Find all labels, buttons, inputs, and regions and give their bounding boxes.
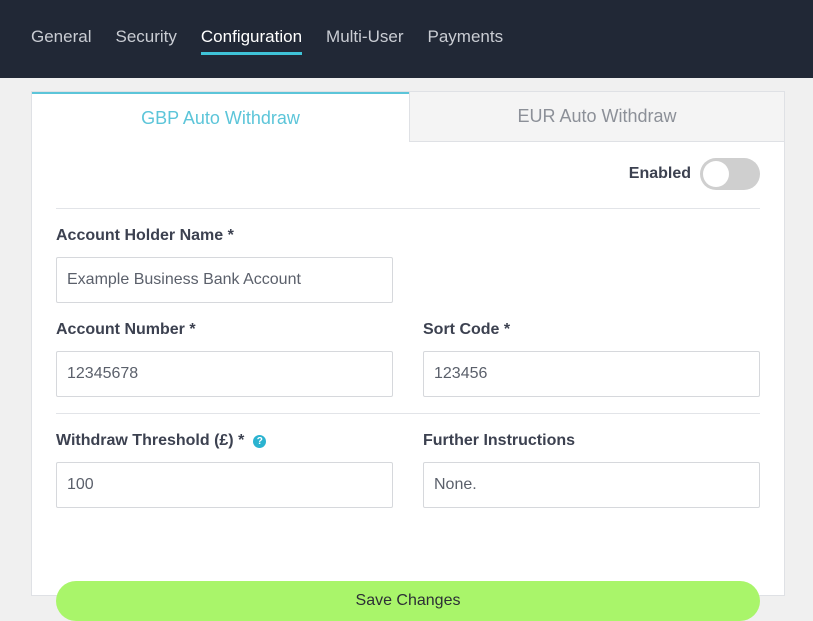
nav-multi-user[interactable]: Multi-User — [326, 0, 403, 56]
sort-code-input[interactable] — [423, 351, 760, 397]
further-instructions-input[interactable] — [423, 462, 760, 508]
account-number-label: Account Number * — [56, 321, 196, 338]
further-instructions-label: Further Instructions — [423, 432, 576, 449]
account-number-input[interactable] — [56, 351, 393, 397]
account-holder-label: Account Holder Name * — [56, 227, 234, 244]
nav-security[interactable]: Security — [115, 0, 176, 56]
help-icon[interactable]: ? — [253, 435, 267, 448]
tab-eur-auto-withdraw[interactable]: EUR Auto Withdraw — [409, 92, 784, 142]
nav-payments[interactable]: Payments — [427, 0, 503, 56]
tab-gbp-auto-withdraw[interactable]: GBP Auto Withdraw — [32, 92, 409, 142]
nav-configuration[interactable]: Configuration — [200, 0, 303, 56]
save-changes-button[interactable]: Save Changes — [56, 581, 760, 621]
divider — [56, 413, 760, 414]
top-navigation: General Security Configuration Multi-Use… — [0, 0, 813, 78]
account-holder-input[interactable] — [56, 257, 393, 303]
withdraw-settings-panel: GBP Auto Withdraw EUR Auto Withdraw Enab… — [31, 91, 785, 621]
enabled-toggle[interactable] — [700, 158, 760, 190]
enabled-label: Enabled — [628, 165, 691, 182]
withdraw-threshold-label-row: Withdraw Threshold (£) *? — [56, 432, 267, 450]
sort-code-label: Sort Code * — [423, 321, 511, 338]
withdraw-threshold-label: Withdraw Threshold (£) * — [56, 432, 245, 449]
enabled-toggle-row: Enabled — [629, 158, 760, 190]
withdraw-threshold-input[interactable] — [56, 462, 393, 508]
withdraw-tabs: GBP Auto Withdraw EUR Auto Withdraw — [32, 92, 784, 142]
divider — [56, 208, 760, 209]
toggle-knob — [703, 161, 729, 187]
nav-general[interactable]: General — [31, 0, 91, 56]
